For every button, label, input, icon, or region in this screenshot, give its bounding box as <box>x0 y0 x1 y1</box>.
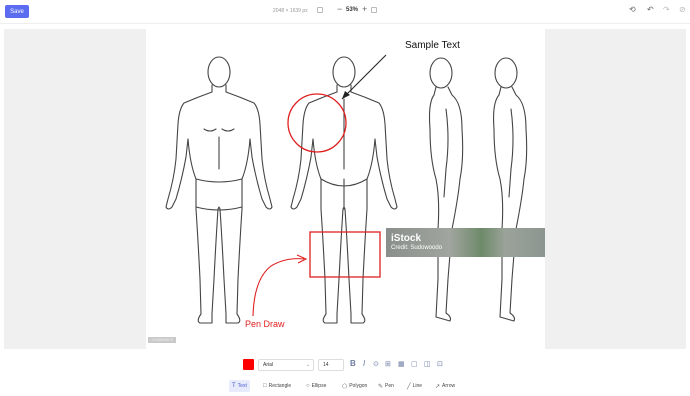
tool-arrow[interactable]: ↗ Arrow <box>432 380 458 392</box>
tool-label: Arrow <box>442 383 456 389</box>
tool-ellipse[interactable]: ○ Ellipse <box>303 380 329 392</box>
tool-label: Ellipse <box>311 383 327 389</box>
shadow-icon[interactable]: ◫ <box>424 360 431 368</box>
rectangle-annotation <box>309 231 381 278</box>
tool-rectangle[interactable]: □ Rectangle <box>260 380 294 392</box>
line-icon: ╱ <box>407 383 411 390</box>
bold-icon[interactable]: B <box>350 359 356 368</box>
text-annotation: Sample Text <box>405 40 460 51</box>
save-button[interactable]: Save <box>5 5 29 18</box>
image-canvas[interactable]: Sample Text Pen Draw <box>146 29 545 349</box>
format-toolbar: Arial ⌄ 14 B I ⊙ ⊞ ▦ ▢ ◫ ⊡ <box>0 355 690 375</box>
image-id-badge: 1296666679 <box>148 337 177 343</box>
tool-label: Text <box>237 383 247 389</box>
rectangle-icon: □ <box>263 383 267 389</box>
image-dimensions: 2048 × 1639 px <box>273 8 308 14</box>
text-icon: T <box>232 383 236 389</box>
layer-icon[interactable]: ⊡ <box>437 360 443 368</box>
tool-polygon[interactable]: ⬠ Polygon <box>339 380 370 392</box>
fit-screen-icon[interactable] <box>317 7 323 13</box>
pattern-fill-icon[interactable]: ▦ <box>398 360 405 368</box>
tool-line[interactable]: ╱ Line <box>404 380 425 392</box>
polygon-icon: ⬠ <box>342 383 348 390</box>
tool-pen[interactable]: ✎ Pen <box>375 380 397 392</box>
ellipse-icon: ○ <box>306 383 310 389</box>
drawing-tools: T Text □ Rectangle ○ Ellipse ⬠ Polygon ✎… <box>0 377 690 395</box>
font-size-input[interactable]: 14 <box>318 359 344 371</box>
actual-size-icon[interactable] <box>371 7 377 13</box>
front-figure <box>165 56 273 324</box>
top-toolbar: Save 2048 × 1639 px − 53% + ⟲ ↶ ↷ ⊘ <box>0 0 690 24</box>
stroke-style-icon[interactable]: ⊙ <box>373 360 379 368</box>
side-figure-left <box>428 57 464 322</box>
tool-label: Polygon <box>349 383 368 389</box>
tool-label: Line <box>412 383 423 389</box>
chevron-down-icon: ⌄ <box>305 362 310 368</box>
pen-label: Pen Draw <box>245 319 285 329</box>
reset-icon[interactable]: ⟲ <box>629 5 636 14</box>
zoom-in-button[interactable]: + <box>362 4 367 14</box>
zoom-out-button[interactable]: − <box>337 4 342 14</box>
watermark-credit: Credit: Sudowoodo <box>391 245 443 251</box>
undo-icon[interactable]: ↶ <box>647 5 654 14</box>
pen-stroke <box>252 258 305 317</box>
tool-text[interactable]: T Text <box>229 380 250 392</box>
border-icon[interactable]: ▢ <box>411 360 418 368</box>
font-value: Arial <box>263 362 274 368</box>
text-frame-icon[interactable]: ⊞ <box>385 360 391 368</box>
zoom-level: 53% <box>346 7 359 13</box>
tool-label: Pen <box>385 383 394 389</box>
tool-label: Rectangle <box>268 383 292 389</box>
arrow-annotation <box>341 54 387 100</box>
font-select[interactable]: Arial ⌄ <box>258 359 314 371</box>
side-figure-right <box>493 57 528 322</box>
redo-icon[interactable]: ↷ <box>663 5 670 14</box>
pen-icon: ✎ <box>378 383 384 390</box>
body-diagram: Sample Text Pen Draw <box>165 40 528 329</box>
arrow-icon: ↗ <box>435 383 441 390</box>
color-picker[interactable] <box>243 359 254 370</box>
ellipse-annotation <box>287 93 347 153</box>
clear-icon[interactable]: ⊘ <box>679 5 686 14</box>
italic-icon[interactable]: I <box>363 359 365 368</box>
watermark-logo: iStock <box>391 233 422 244</box>
